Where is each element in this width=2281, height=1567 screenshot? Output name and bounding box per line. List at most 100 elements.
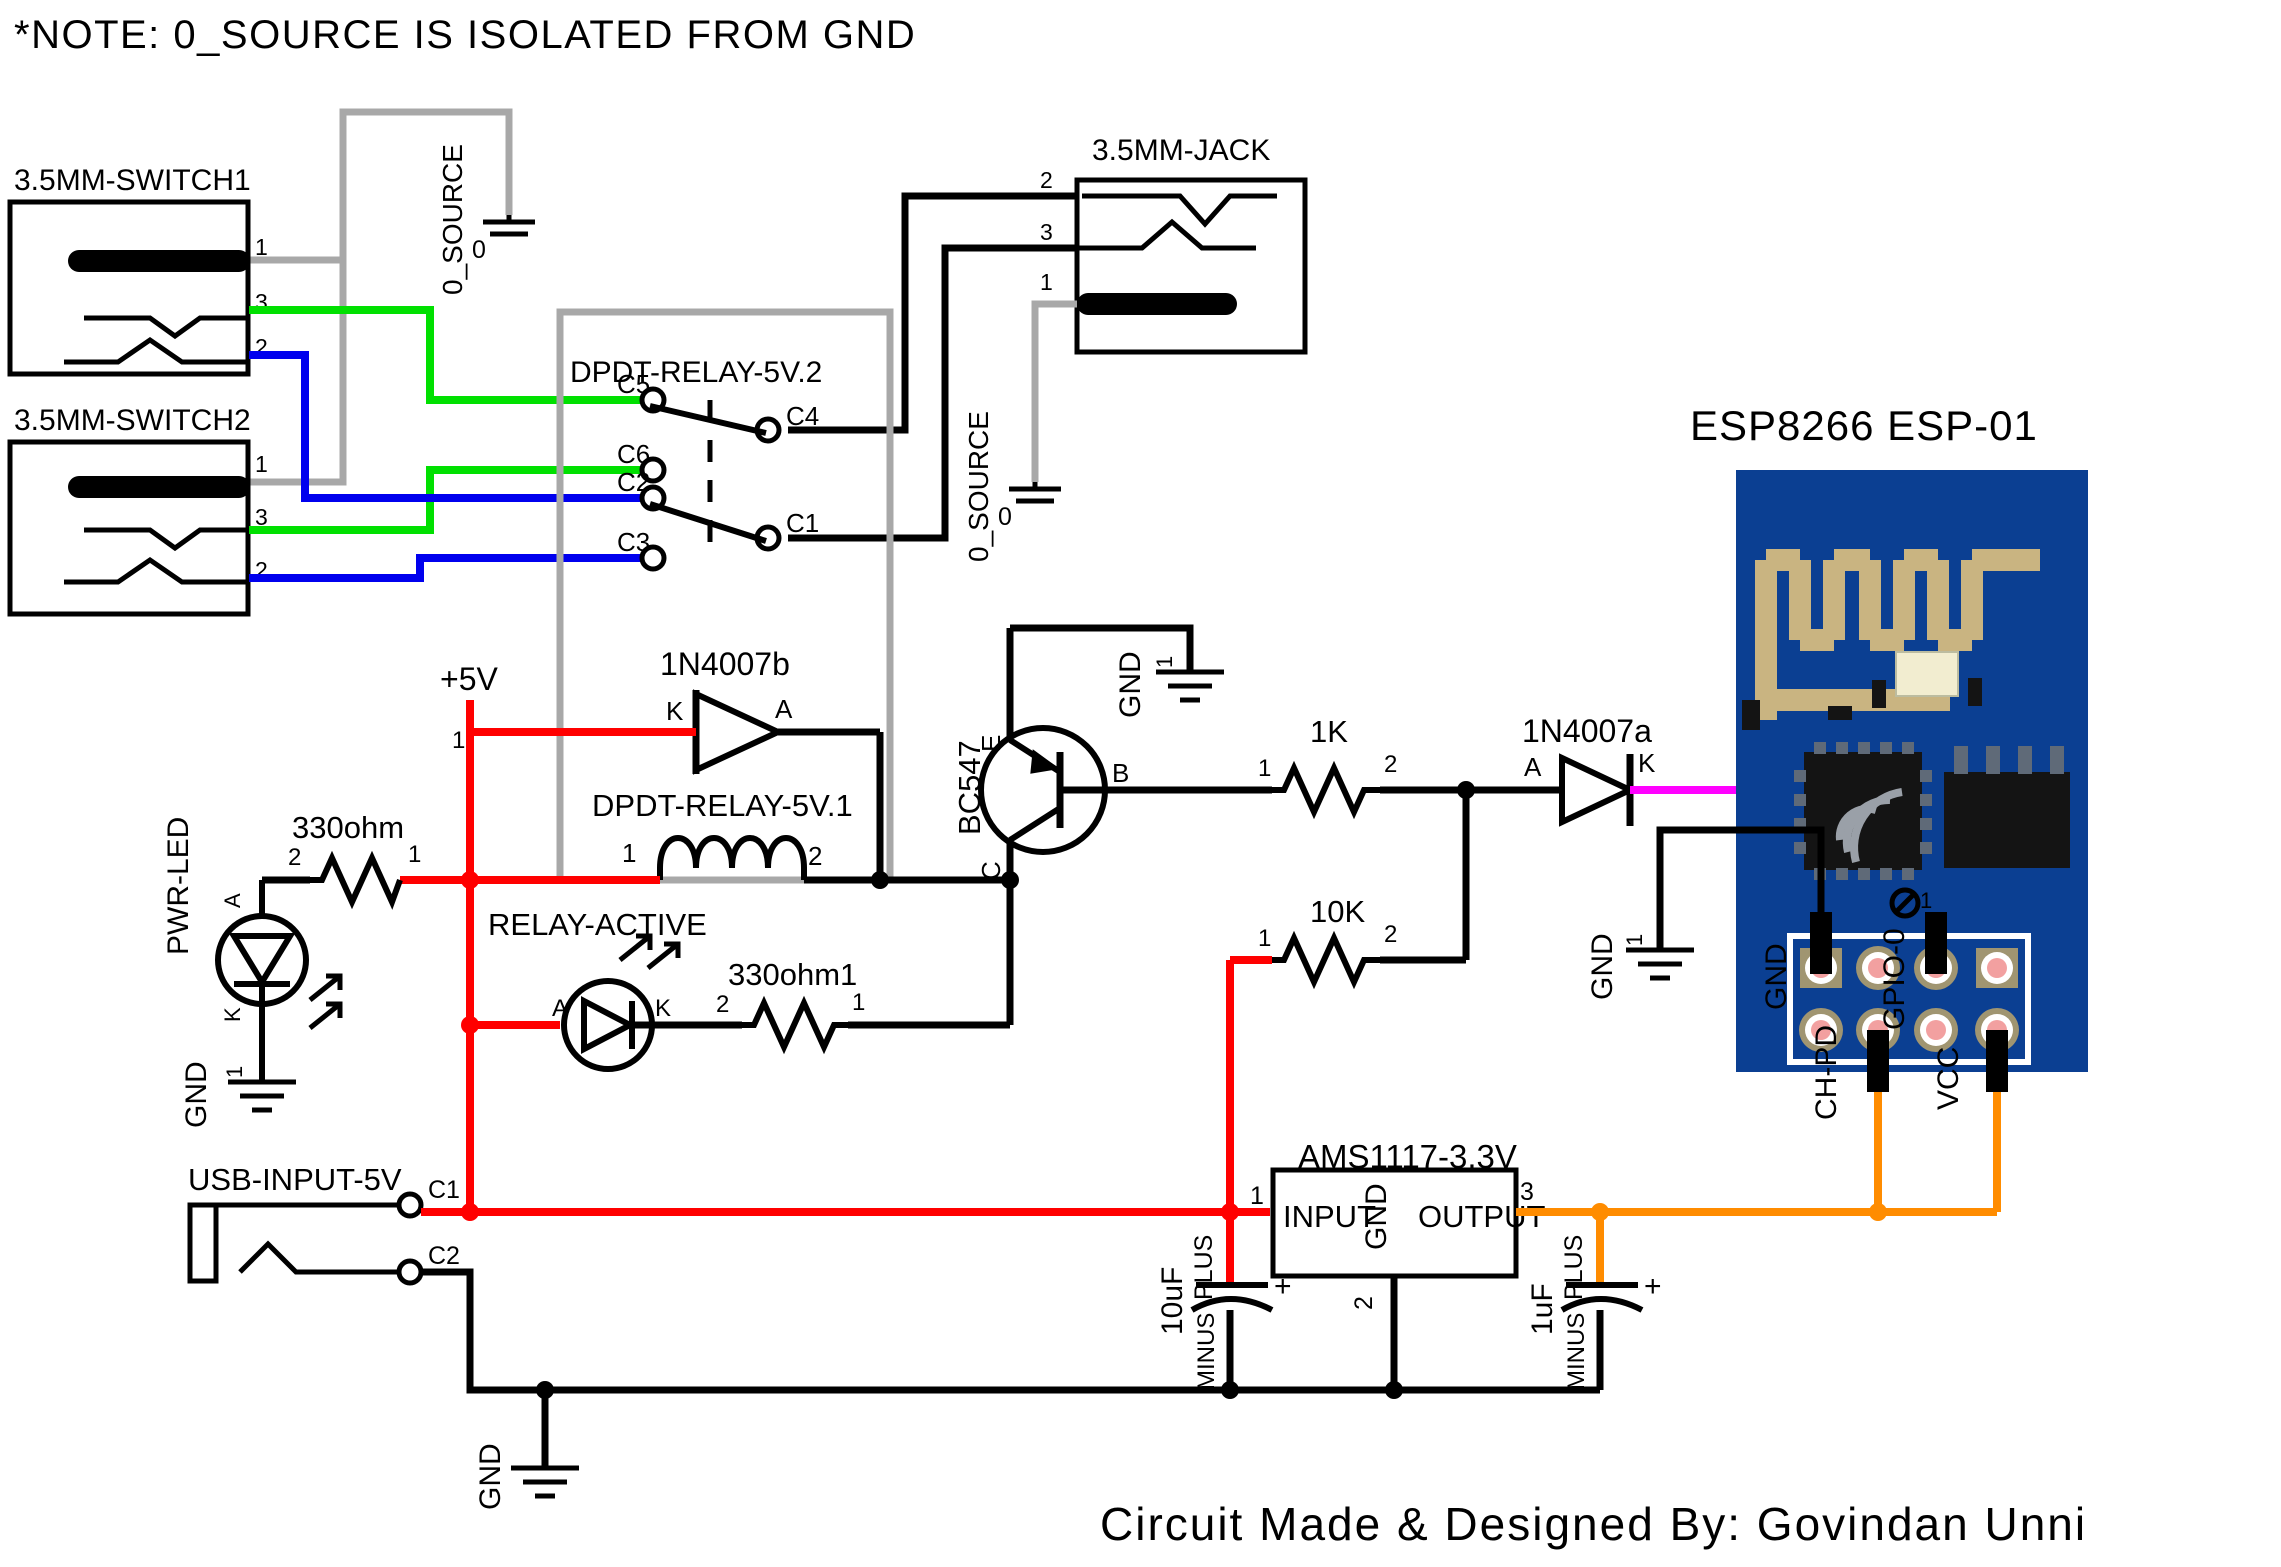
cap-10uf-label: 10uF: [1156, 1267, 1189, 1335]
junction-5v-coil: [461, 871, 479, 889]
esp-pin-stub-gpio0: [1925, 912, 1947, 974]
r10k-label: 10K: [1310, 894, 1365, 929]
switch1-label: 3.5MM-SWITCH1: [14, 164, 251, 197]
cap-10uf-minus-label: MINUS: [1193, 1313, 1220, 1390]
jack-pin-2: 2: [1040, 167, 1053, 193]
transistor-symbol: [978, 628, 1128, 880]
zero-source-net-left: [249, 108, 513, 486]
relay-pin-c4: C4: [786, 401, 819, 431]
pwr-led-label: PWR-LED: [162, 817, 195, 955]
esp-pin-stub-chpd: [1867, 1030, 1889, 1092]
junction-cap10-gnd: [1221, 1381, 1239, 1399]
regulator-pin-1: 1: [1250, 1182, 1264, 1210]
regulator-gnd-label: GND: [1360, 1183, 1393, 1250]
gnd-label-esp: GND: [1586, 933, 1619, 1000]
plus5v-pin: 1: [452, 727, 465, 754]
relay-pin-c3: C3: [617, 527, 650, 557]
jack-pin-3: 3: [1040, 219, 1053, 245]
zero-source-symbol-right: [1009, 482, 1061, 504]
pwr-led-anode: A: [220, 893, 245, 908]
usb-label: USB-INPUT-5V: [188, 1162, 402, 1197]
r1k-pin-2: 2: [1384, 751, 1397, 778]
rail-5v: [400, 700, 696, 1212]
relay-pin-c1: C1: [786, 508, 819, 538]
r330-1-pin-2: 2: [716, 991, 729, 1018]
relay-coil-label: DPDT-RELAY-5V.1: [592, 788, 853, 823]
cap-1uf-polarity: +: [1644, 1270, 1662, 1303]
junction-regulator-gnd: [1385, 1381, 1403, 1399]
esp-pin-stub-gnd: [1810, 912, 1832, 974]
r10k-pin-2: 2: [1384, 921, 1397, 948]
pwr-led-cathode: K: [220, 1007, 245, 1022]
switch2-pin-1: 1: [255, 451, 268, 477]
relay-pin-c5: C5: [617, 369, 650, 399]
zero-label-right: 0: [998, 503, 1012, 531]
esp-label-vcc: VCC: [1932, 1047, 1965, 1110]
transistor-pin-c: C: [976, 861, 1006, 880]
junction-3v3-chpd: [1869, 1203, 1887, 1221]
source-label-right: 0_SOURCE: [963, 411, 994, 562]
relay-active-label: RELAY-ACTIVE: [488, 907, 707, 942]
diode-b-cathode: K: [666, 696, 684, 726]
zero-source-symbol-left: [483, 215, 535, 237]
regulator-pin-3: 3: [1520, 1178, 1534, 1206]
esp-shield-can: [1895, 651, 1959, 697]
diode-b-label: 1N4007b: [660, 646, 790, 682]
usb-terminal-c2[interactable]: [396, 1258, 424, 1286]
plus5v-label: +5V: [440, 661, 498, 697]
cap-1uf-plus-label: PLUS: [1560, 1235, 1588, 1300]
switch2-body[interactable]: [7, 439, 251, 617]
r330-pin-1: 1: [408, 841, 421, 868]
switch1-pin-1: 1: [255, 234, 268, 260]
relay-active-cathode: K: [655, 995, 671, 1022]
esp-pin-stub-vcc: [1986, 1030, 2008, 1092]
r330-pin-2: 2: [288, 844, 301, 871]
zero-label-left: 0: [472, 236, 486, 264]
relay-pin-c2: C2: [617, 467, 650, 497]
source-label-left: 0_SOURCE: [437, 144, 468, 295]
gnd-symbol-led: [228, 1079, 296, 1113]
r330-symbol: [262, 850, 403, 910]
transistor-pin-e: E: [976, 735, 1006, 752]
esp-module-title: ESP8266 ESP-01: [1690, 402, 2038, 449]
junction-3v3-cap1: [1591, 1203, 1609, 1221]
gnd-label-led: GND: [180, 1061, 213, 1128]
relay-active-led-symbol: [561, 933, 700, 1072]
cap-10uf-polarity: +: [1274, 1270, 1292, 1303]
r1k-pin-1: 1: [1258, 755, 1271, 782]
gnd-pin-transistor: 1: [1152, 656, 1177, 668]
diode-b-anode: A: [775, 694, 793, 724]
esp-flash-chip: [1944, 772, 2070, 868]
switch1-body[interactable]: [7, 199, 251, 377]
credit-text: Circuit Made & Designed By: Govindan Unn…: [1100, 1498, 2087, 1550]
gnd-symbol-bottom: [511, 1465, 579, 1499]
switch2-label: 3.5MM-SWITCH2: [14, 404, 251, 437]
relay-coil-pin-1: 1: [622, 838, 636, 868]
regulator-pin-2: 2: [1350, 1296, 1378, 1310]
transistor-pin-b: B: [1112, 758, 1129, 788]
junction-coil-collector: [871, 871, 889, 889]
gnd-label-transistor: GND: [1114, 651, 1147, 718]
usb-connector-body[interactable]: [187, 1202, 410, 1284]
esp-label-gnd: GND: [1760, 943, 1793, 1010]
gpio0-pin-number: 1: [1920, 888, 1932, 913]
relay-coil-symbol: [618, 835, 880, 884]
gnd-symbol-transistor: [1156, 669, 1224, 703]
usb-pin-c1: C1: [428, 1176, 460, 1204]
diode-a-anode: A: [1524, 752, 1542, 782]
r1k-label: 1K: [1310, 714, 1348, 749]
jack-body[interactable]: [1074, 177, 1308, 355]
diode-a-cathode: K: [1638, 748, 1656, 778]
jack-pin-1: 1: [1040, 269, 1053, 295]
r1k-symbol: [1128, 760, 1466, 820]
relay-contacts-label: DPDT-RELAY-5V.2: [570, 356, 822, 389]
relay-active-anode: A: [552, 995, 568, 1022]
usb-gnd-bus: [421, 1268, 1600, 1394]
junction-5v-led: [461, 1016, 479, 1034]
relay-pin-c6: C6: [617, 439, 650, 469]
usb-terminal-c1[interactable]: [396, 1191, 424, 1219]
relay-coil-pin-2: 2: [808, 841, 822, 871]
r330-1-pin-1: 1: [852, 989, 865, 1016]
cap-1uf-minus-label: MINUS: [1563, 1313, 1590, 1390]
gnd-symbol-esp: [1626, 947, 1694, 981]
